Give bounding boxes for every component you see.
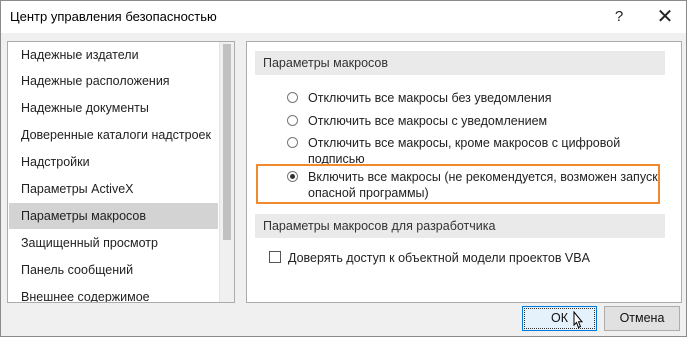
sidebar-item-trusted-publishers[interactable]: Надежные издатели bbox=[9, 42, 218, 68]
option-label: Отключить все макросы, кроме макросов с … bbox=[308, 136, 621, 166]
trust-vba-label: Доверять доступ к объектной модели проек… bbox=[288, 251, 590, 265]
mouse-cursor-icon bbox=[573, 311, 584, 329]
option-label: Включить все макросы (не рекомендуется, … bbox=[308, 170, 658, 200]
radio-button[interactable] bbox=[287, 115, 298, 126]
sidebar-scrollbar[interactable] bbox=[219, 42, 234, 302]
radio-button[interactable] bbox=[287, 92, 298, 103]
sidebar-item-message-bar[interactable]: Панель сообщений bbox=[9, 257, 218, 283]
trust-vba-checkbox[interactable] bbox=[269, 251, 281, 263]
sidebar-scrollbar-thumb[interactable] bbox=[223, 44, 231, 240]
cancel-button[interactable]: Отмена bbox=[604, 306, 680, 331]
sidebar-item-protected-view[interactable]: Защищенный просмотр bbox=[9, 230, 218, 256]
sidebar-item-trusted-documents[interactable]: Надежные документы bbox=[9, 95, 218, 121]
sidebar-item-trusted-addin-catalogs[interactable]: Доверенные каталоги надстроек bbox=[9, 122, 218, 148]
sidebar-item-trusted-locations[interactable]: Надежные расположения bbox=[9, 68, 218, 94]
window-title: Центр управления безопасностью bbox=[10, 9, 217, 24]
title-bar: Центр управления безопасностью ? ✕ bbox=[1, 1, 686, 33]
option-label: Отключить все макросы без уведомления bbox=[308, 91, 552, 105]
sidebar-item-macro-settings[interactable]: Параметры макросов bbox=[9, 203, 218, 229]
ok-button[interactable]: ОК bbox=[522, 306, 597, 331]
close-button[interactable]: ✕ bbox=[651, 5, 679, 29]
option-label: Отключить все макросы с уведомлением bbox=[308, 114, 548, 128]
help-button[interactable]: ? bbox=[605, 5, 633, 29]
settings-panel: Параметры макросов Отключить все макросы… bbox=[246, 41, 682, 303]
sidebar-item-activex-settings[interactable]: Параметры ActiveX bbox=[9, 176, 218, 202]
trust-center-dialog: Центр управления безопасностью ? ✕ Надеж… bbox=[0, 0, 687, 337]
sidebar-item-external-content[interactable]: Внешнее содержимое bbox=[9, 284, 218, 302]
macro-settings-header: Параметры макросов bbox=[255, 51, 665, 75]
cancel-button-label: Отмена bbox=[619, 311, 665, 325]
developer-settings-header: Параметры макросов для разработчика bbox=[255, 214, 665, 238]
radio-button-selected[interactable] bbox=[287, 171, 298, 182]
sidebar-item-addins[interactable]: Надстройки bbox=[9, 149, 218, 175]
sidebar: Надежные издатели Надежные расположения … bbox=[7, 41, 235, 303]
radio-button[interactable] bbox=[287, 137, 298, 148]
